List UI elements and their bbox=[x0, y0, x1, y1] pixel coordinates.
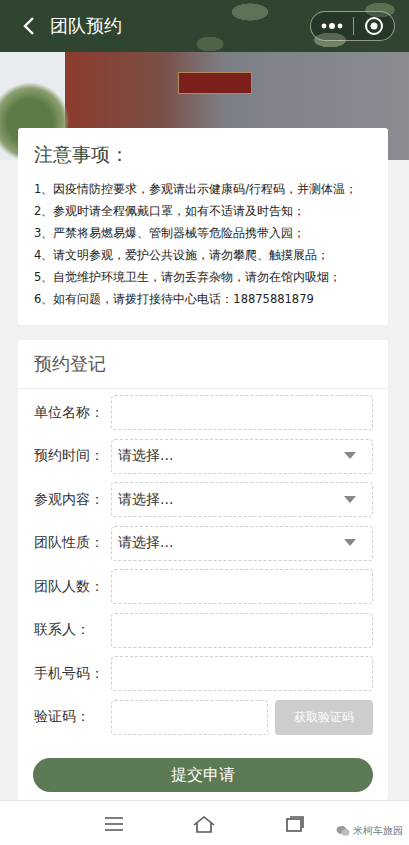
tabs-icon[interactable] bbox=[285, 815, 305, 833]
select-field[interactable]: 请选择... bbox=[111, 482, 373, 517]
notice-item: 1、因疫情防控要求，参观请出示健康码/行程码，并测体温； bbox=[34, 178, 374, 200]
menu-icon[interactable] bbox=[104, 816, 124, 832]
photo-sign bbox=[178, 72, 252, 94]
notice-title: 注意事项： bbox=[34, 142, 374, 168]
select-placeholder: 请选择... bbox=[118, 534, 173, 552]
capsule bbox=[310, 11, 395, 41]
notice-item: 3、严禁将易燃易爆、管制器械等危险品携带入园； bbox=[34, 222, 374, 244]
home-icon[interactable] bbox=[192, 814, 216, 834]
form-row: 单位名称： bbox=[34, 395, 373, 430]
more-icon[interactable] bbox=[321, 22, 343, 30]
dropdown-arrow-icon bbox=[344, 539, 356, 547]
select-field[interactable]: 请选择... bbox=[111, 439, 373, 474]
bottom-bar: 米柯车旅园 bbox=[0, 800, 409, 845]
form-row: 团队性质： 请选择... bbox=[34, 526, 373, 561]
page: 团队预约注意事项： 1、因疫情防控要求，参观请出示健康码/行程码，并测体温；2、参… bbox=[0, 0, 409, 845]
wechat-icon bbox=[336, 825, 350, 837]
code-input[interactable] bbox=[111, 700, 268, 735]
nav-bar: 团队预约 bbox=[0, 0, 409, 52]
nav-title: 团队预约 bbox=[50, 14, 296, 38]
field-label: 团队人数： bbox=[34, 578, 111, 596]
form-rows: 单位名称：预约时间：请选择...参观内容：请选择...团队性质：请选择...团队… bbox=[18, 389, 388, 735]
form-row: 验证码： 获取验证码 bbox=[34, 700, 373, 735]
text-input[interactable] bbox=[111, 395, 373, 430]
field-label: 预约时间： bbox=[34, 447, 111, 465]
back-arrow-icon[interactable] bbox=[22, 16, 36, 36]
field-label: 手机号码： bbox=[34, 665, 111, 683]
notice-item: 5、自觉维护环境卫生，请勿丢弃杂物，请勿在馆内吸烟； bbox=[34, 266, 374, 288]
submit-button[interactable]: 提交申请 bbox=[33, 758, 373, 792]
text-input[interactable] bbox=[111, 613, 373, 648]
notice-card: 注意事项： 1、因疫情防控要求，参观请出示健康码/行程码，并测体温；2、参观时请全… bbox=[18, 128, 388, 325]
text-input[interactable] bbox=[111, 656, 373, 691]
form-row: 预约时间： 请选择... bbox=[34, 439, 373, 474]
select-field[interactable]: 请选择... bbox=[111, 526, 373, 561]
form-row: 团队人数： bbox=[34, 569, 373, 604]
form-row: 手机号码： bbox=[34, 656, 373, 691]
notice-item: 4、请文明参观，爱护公共设施，请勿攀爬、触摸展品； bbox=[34, 244, 374, 266]
notice-item: 2、参观时请全程佩戴口罩，如有不适请及时告知； bbox=[34, 200, 374, 222]
close-target-icon[interactable] bbox=[364, 16, 384, 36]
form-row: 联系人： bbox=[34, 613, 373, 648]
select-placeholder: 请选择... bbox=[118, 447, 173, 465]
form-title: 预约登记 bbox=[18, 340, 388, 389]
field-label: 联系人： bbox=[34, 621, 111, 639]
field-label: 团队性质： bbox=[34, 534, 111, 552]
code-group: 获取验证码 bbox=[111, 700, 373, 735]
form-card: 预约登记单位名称： 预约时间： 请选择... 参观内容： 请选择... 团队性质： 请选择.… bbox=[18, 340, 388, 800]
field-label: 验证码： bbox=[34, 708, 111, 726]
field-label: 单位名称： bbox=[34, 404, 111, 422]
notice-item: 6、如有问题，请拨打接待中心电话：18875881879 bbox=[34, 288, 374, 310]
watermark: 米柯车旅园 bbox=[336, 824, 403, 838]
dropdown-arrow-icon bbox=[344, 496, 356, 504]
form-row: 参观内容： 请选择... bbox=[34, 482, 373, 517]
dropdown-arrow-icon bbox=[344, 452, 356, 460]
text-input[interactable] bbox=[111, 569, 373, 604]
field-label: 参观内容： bbox=[34, 491, 111, 509]
select-placeholder: 请选择... bbox=[118, 491, 173, 509]
watermark-text: 米柯车旅园 bbox=[353, 824, 403, 838]
get-code-button: 获取验证码 bbox=[275, 700, 373, 735]
